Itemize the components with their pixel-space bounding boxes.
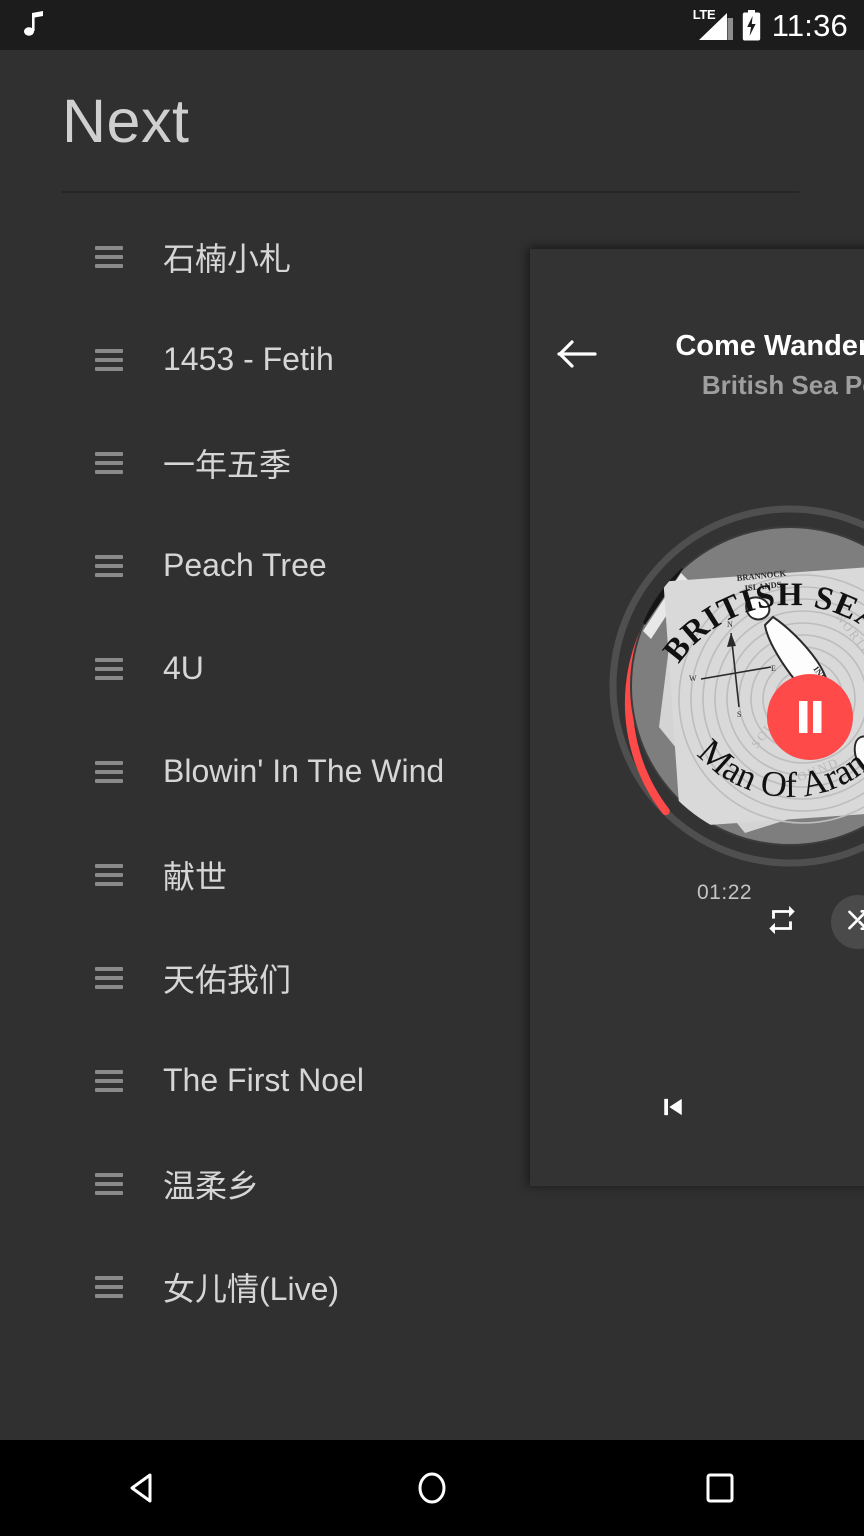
signal-bars-icon: LTE — [693, 8, 733, 42]
queue-item-title: 4U — [163, 650, 204, 686]
queue-item[interactable]: The First Noel — [0, 1029, 530, 1132]
queue-item-title: 石楠小札 — [163, 240, 292, 277]
queue-item[interactable]: 石楠小札 — [0, 205, 530, 308]
queue-item[interactable]: 4U — [0, 617, 530, 720]
now-playing-artist: British Sea Po — [701, 370, 864, 400]
queue-item[interactable]: 1453 - Fetih — [0, 308, 530, 411]
svg-text:W: W — [689, 674, 697, 683]
page-title: Next — [62, 87, 190, 155]
now-playing-track-title: Come Wander W — [675, 330, 864, 362]
queue-item[interactable]: 献世 — [0, 823, 530, 926]
skip-previous-icon — [658, 1092, 688, 1127]
previous-track-button[interactable] — [650, 1086, 696, 1132]
app-screen: LTE 11:36 Next 石楠小札 1453 - Fetih 一年五季 Peach… — [0, 0, 864, 1536]
now-playing-topbar: Come Wander W British Sea Po — [530, 249, 864, 439]
now-playing-panel: Come Wander W British Sea Po — [530, 249, 864, 1186]
play-pause-button[interactable] — [767, 674, 853, 760]
drag-handle-icon[interactable] — [95, 657, 123, 680]
drag-handle-icon[interactable] — [95, 1275, 123, 1298]
header-divider — [62, 191, 799, 193]
queue-item-title: 女儿情(Live) — [163, 1270, 340, 1307]
drag-handle-icon[interactable] — [95, 348, 123, 371]
drag-handle-icon[interactable] — [95, 245, 123, 268]
android-nav-bar — [0, 1440, 864, 1536]
queue-item-title: 天佑我们 — [163, 961, 292, 998]
queue-item[interactable]: Blowin' In The Wind — [0, 720, 530, 823]
queue-item[interactable]: 温柔乡 — [0, 1132, 530, 1235]
drag-handle-icon[interactable] — [95, 451, 123, 474]
queue-item-title: The First Noel — [163, 1062, 364, 1098]
status-bar: LTE 11:36 — [0, 0, 864, 50]
pause-icon — [767, 674, 853, 760]
queue-item-title: 1453 - Fetih — [163, 341, 334, 377]
queue-item-title: 一年五季 — [163, 446, 292, 483]
svg-text:S: S — [737, 710, 741, 719]
arrow-left-icon[interactable] — [552, 329, 602, 379]
elapsed-time-label: 01:22 — [697, 881, 753, 904]
repeat-icon — [765, 903, 799, 942]
drag-handle-icon[interactable] — [95, 863, 123, 886]
queue-item[interactable]: 天佑我们 — [0, 926, 530, 1029]
repeat-button[interactable] — [755, 895, 809, 949]
queue-item-title: 献世 — [163, 858, 228, 895]
battery-charging-icon — [742, 9, 761, 41]
queue-list[interactable]: 石楠小札 1453 - Fetih 一年五季 Peach Tree 4U Blowin' … — [0, 205, 530, 1440]
nav-back-icon[interactable] — [84, 1440, 204, 1536]
now-playing-titles: Come Wander W British Sea Po — [630, 327, 864, 403]
nav-home-icon[interactable] — [372, 1440, 492, 1536]
page-header: Next — [0, 50, 864, 193]
status-bar-clock: 11:36 — [771, 7, 848, 43]
drag-handle-icon[interactable] — [95, 966, 123, 989]
queue-item[interactable]: 一年五季 — [0, 411, 530, 514]
queue-item[interactable]: Peach Tree — [0, 514, 530, 617]
nav-recents-icon[interactable] — [660, 1440, 780, 1536]
status-bar-left — [22, 11, 46, 39]
queue-item-title: 温柔乡 — [163, 1167, 260, 1204]
status-bar-right: LTE 11:36 — [693, 8, 848, 42]
drag-handle-icon[interactable] — [95, 554, 123, 577]
shuffle-button[interactable] — [831, 895, 864, 949]
music-note-icon — [22, 11, 46, 39]
queue-item-title: Peach Tree — [163, 547, 327, 583]
queue-item[interactable]: 女儿情(Live) — [0, 1235, 530, 1338]
playback-mode-row — [755, 895, 864, 949]
queue-item-title: Blowin' In The Wind — [163, 753, 445, 789]
drag-handle-icon[interactable] — [95, 760, 123, 783]
drag-handle-icon[interactable] — [95, 1069, 123, 1092]
drag-handle-icon[interactable] — [95, 1172, 123, 1195]
shuffle-icon — [842, 904, 864, 941]
svg-text:E: E — [771, 664, 776, 673]
